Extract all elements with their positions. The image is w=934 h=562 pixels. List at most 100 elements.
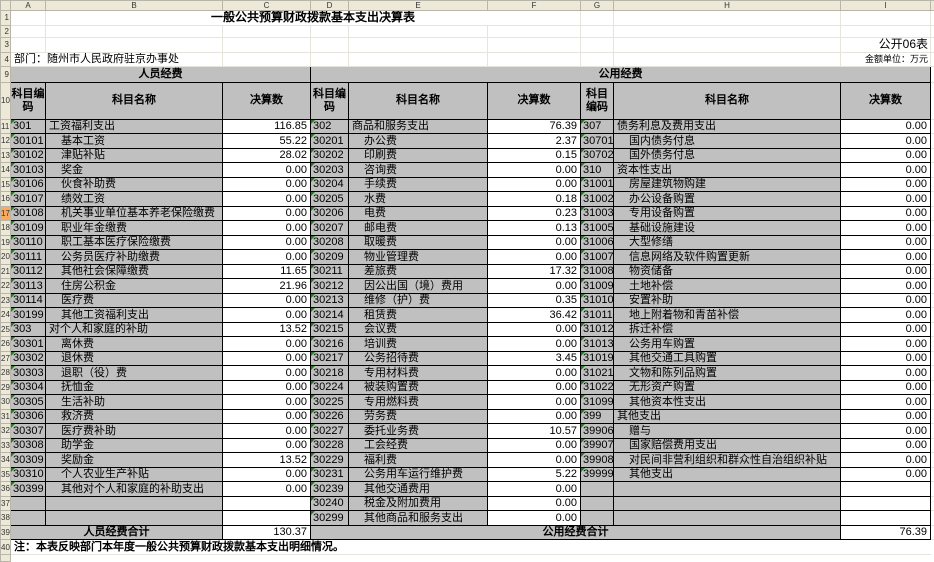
personnel-total-amount[interactable]: 130.37: [223, 525, 311, 540]
amount-cell[interactable]: 0.00: [841, 250, 931, 265]
amount-cell[interactable]: 17.32: [488, 264, 581, 279]
subject-name-cell[interactable]: 工会经费: [349, 438, 488, 453]
empty-cell[interactable]: [11, 37, 46, 52]
amount-cell[interactable]: 0.00: [488, 177, 581, 192]
empty-cell[interactable]: [11, 25, 46, 37]
row-number[interactable]: 31: [1, 409, 11, 424]
subject-name-cell[interactable]: 会议费: [349, 322, 488, 337]
subject-name-cell[interactable]: 地上附着物和青苗补偿: [614, 308, 841, 323]
section-personnel-header[interactable]: 人员经费: [11, 66, 311, 82]
subject-code-cell[interactable]: 30112: [11, 264, 46, 279]
amount-cell[interactable]: 0.00: [841, 192, 931, 207]
subject-name-cell[interactable]: 被装购置费: [349, 380, 488, 395]
amount-cell[interactable]: 0.00: [488, 482, 581, 497]
subject-name-cell[interactable]: 其他商品和服务支出: [349, 511, 488, 526]
subject-name-cell[interactable]: 无形资产购置: [614, 380, 841, 395]
amount-cell[interactable]: 3.45: [488, 351, 581, 366]
subject-code-cell[interactable]: 30209: [311, 250, 349, 265]
amount-cell[interactable]: 0.13: [488, 221, 581, 236]
subject-code-cell[interactable]: 31003: [581, 206, 614, 221]
subject-name-cell[interactable]: 国家赔偿费用支出: [614, 438, 841, 453]
subject-name-cell[interactable]: 房屋建筑物购建: [614, 177, 841, 192]
subject-code-cell[interactable]: 39999: [581, 467, 614, 482]
amount-cell[interactable]: 0.00: [223, 351, 311, 366]
subject-code-cell[interactable]: 30205: [311, 192, 349, 207]
empty-cell[interactable]: [223, 37, 311, 52]
subject-name-cell[interactable]: 对民间非营利组织和群众性自治组织补贴: [614, 453, 841, 468]
subject-name-cell[interactable]: 福利费: [349, 453, 488, 468]
subject-name-cell[interactable]: 办公设备购置: [614, 192, 841, 207]
subject-name-cell[interactable]: 公务员医疗补助缴费: [46, 250, 223, 265]
subject-code-cell[interactable]: [581, 511, 614, 526]
empty-cell[interactable]: [581, 11, 614, 26]
subject-name-cell[interactable]: 商品和服务支出: [349, 119, 488, 134]
subject-code-header[interactable]: 科目编码: [311, 82, 349, 119]
row-number[interactable]: 21: [1, 264, 11, 279]
subject-code-cell[interactable]: 31009: [581, 279, 614, 294]
amount-cell[interactable]: 21.96: [223, 279, 311, 294]
subject-name-cell[interactable]: 办公费: [349, 134, 488, 149]
subject-code-cell[interactable]: 31022: [581, 380, 614, 395]
row-number[interactable]: 17: [1, 206, 11, 221]
empty-cell[interactable]: [349, 37, 488, 52]
empty-cell[interactable]: [488, 52, 581, 66]
amount-cell[interactable]: 0.18: [488, 192, 581, 207]
amount-cell[interactable]: 0.00: [488, 279, 581, 294]
subject-name-header[interactable]: 科目名称: [46, 82, 223, 119]
subject-code-cell[interactable]: 30108: [11, 206, 46, 221]
subject-code-cell[interactable]: 30225: [311, 395, 349, 410]
subject-code-cell[interactable]: 30106: [11, 177, 46, 192]
amount-cell[interactable]: 0.00: [841, 409, 931, 424]
subject-name-cell[interactable]: [46, 511, 223, 526]
subject-name-cell[interactable]: 其他对个人和家庭的补助支出: [46, 482, 223, 497]
subject-name-cell[interactable]: 咨询费: [349, 163, 488, 178]
subject-name-cell[interactable]: 国外债务付息: [614, 148, 841, 163]
subject-code-cell[interactable]: 310: [581, 163, 614, 178]
row-number[interactable]: 10: [1, 82, 11, 119]
subject-code-cell[interactable]: 39908: [581, 453, 614, 468]
subject-code-cell[interactable]: 30231: [311, 467, 349, 482]
sheet-number-label[interactable]: 公开06表: [841, 37, 931, 52]
subject-name-cell[interactable]: 拆迁补偿: [614, 322, 841, 337]
row-number[interactable]: 27: [1, 351, 11, 366]
subject-code-cell[interactable]: 31002: [581, 192, 614, 207]
subject-code-cell[interactable]: 31012: [581, 322, 614, 337]
subject-code-cell[interactable]: 30303: [11, 366, 46, 381]
amount-cell[interactable]: 36.42: [488, 308, 581, 323]
amount-cell[interactable]: 0.00: [488, 250, 581, 265]
amount-cell[interactable]: 0.00: [488, 395, 581, 410]
subject-name-cell[interactable]: 医疗费: [46, 293, 223, 308]
amount-cell[interactable]: 0.00: [223, 235, 311, 250]
row-number[interactable]: 34: [1, 453, 11, 468]
row-number[interactable]: 33: [1, 438, 11, 453]
amount-cell[interactable]: 0.00: [841, 293, 931, 308]
subject-code-cell[interactable]: 30206: [311, 206, 349, 221]
row-number[interactable]: 16: [1, 192, 11, 207]
amount-header[interactable]: 决算数: [841, 82, 931, 119]
subject-code-cell[interactable]: 30218: [311, 366, 349, 381]
amount-cell[interactable]: 0.00: [841, 395, 931, 410]
row-number[interactable]: 39: [1, 525, 11, 540]
subject-code-cell[interactable]: 302: [311, 119, 349, 134]
subject-code-cell[interactable]: 30308: [11, 438, 46, 453]
subject-name-cell[interactable]: 基本工资: [46, 134, 223, 149]
amount-cell[interactable]: 0.00: [223, 337, 311, 352]
amount-cell[interactable]: [841, 482, 931, 497]
subject-name-header[interactable]: 科目名称: [349, 82, 488, 119]
subject-code-cell[interactable]: 30229: [311, 453, 349, 468]
subject-code-cell[interactable]: 301: [11, 119, 46, 134]
subject-code-cell[interactable]: 30228: [311, 438, 349, 453]
subject-name-cell[interactable]: 其他资本性支出: [614, 395, 841, 410]
subject-name-cell[interactable]: 水费: [349, 192, 488, 207]
amount-cell[interactable]: 10.57: [488, 424, 581, 439]
subject-code-cell[interactable]: 30208: [311, 235, 349, 250]
column-header-f[interactable]: F: [488, 1, 581, 11]
subject-code-cell[interactable]: 31008: [581, 264, 614, 279]
subject-name-cell[interactable]: 绩效工资: [46, 192, 223, 207]
row-number[interactable]: 2: [1, 25, 11, 37]
empty-cell[interactable]: [614, 52, 841, 66]
amount-cell[interactable]: 0.00: [223, 424, 311, 439]
empty-cell[interactable]: [841, 11, 931, 26]
subject-name-cell[interactable]: 其他工资福利支出: [46, 308, 223, 323]
amount-cell[interactable]: 0.00: [223, 221, 311, 236]
